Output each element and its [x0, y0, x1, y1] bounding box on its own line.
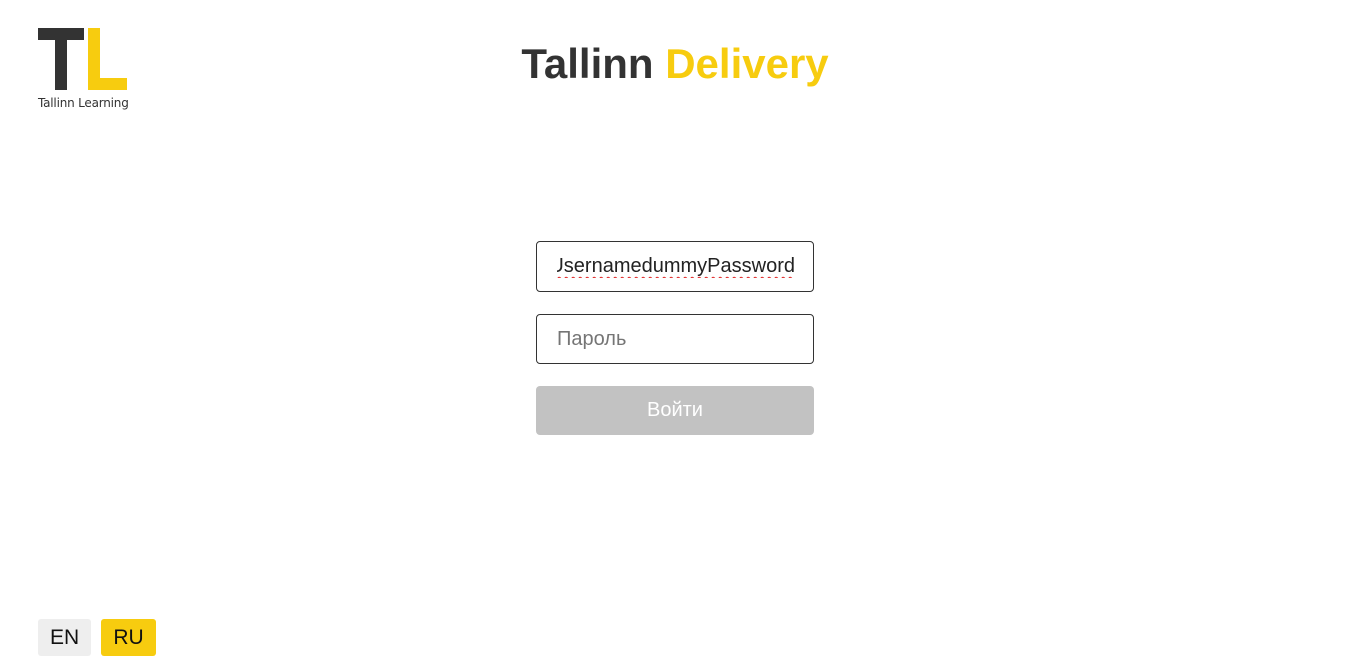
login-button[interactable]: Войти: [536, 386, 814, 435]
app-title: Tallinn Delivery: [0, 40, 1350, 88]
login-form: Войти: [536, 241, 814, 435]
app-title-main: Tallinn: [521, 40, 654, 87]
language-en-button[interactable]: EN: [38, 619, 91, 656]
login-page: Tallinn Learning Tallinn Delivery Войти …: [0, 0, 1350, 672]
language-switch: EN RU: [38, 619, 156, 656]
username-input[interactable]: [536, 241, 814, 292]
logo-caption: Tallinn Learning: [38, 96, 129, 110]
language-ru-button[interactable]: RU: [101, 619, 156, 656]
password-input[interactable]: [536, 314, 814, 364]
app-title-accent: Delivery: [665, 40, 829, 87]
